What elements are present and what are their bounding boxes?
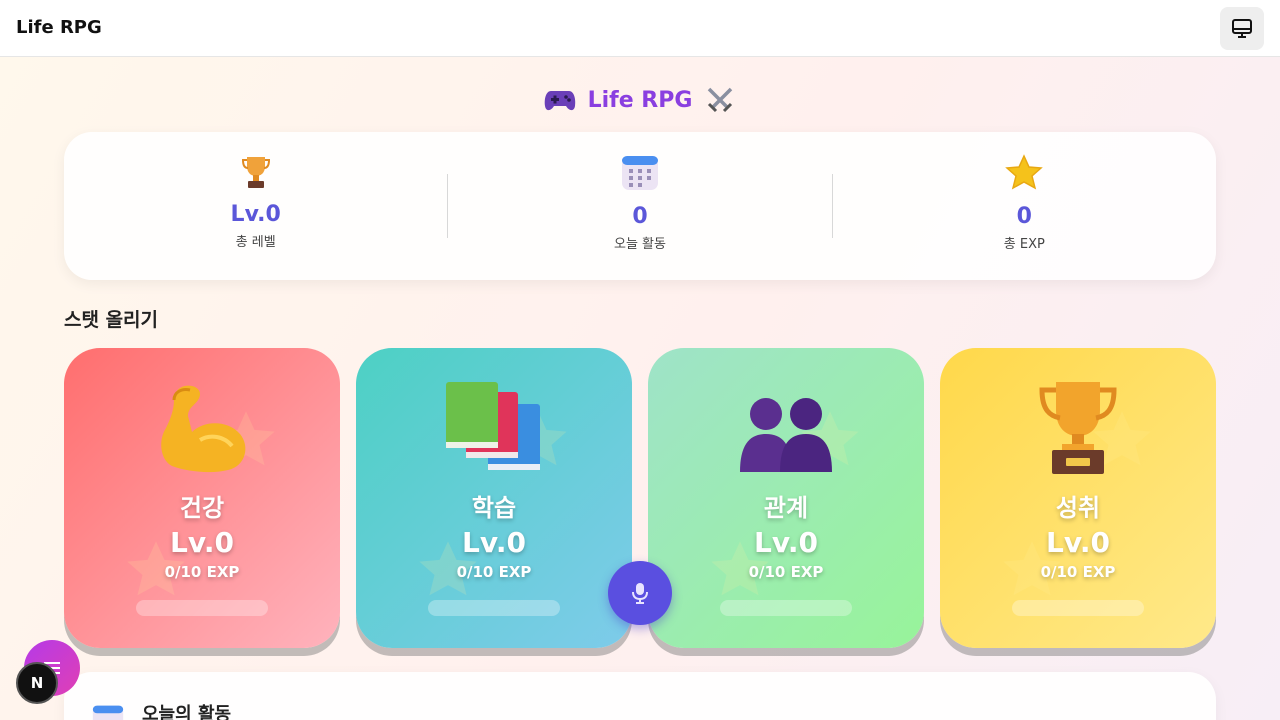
card-name: 관계 [763,494,809,522]
stat-total-level: Lv.0 총 레벨 [64,132,447,280]
crossed-swords-icon [708,87,733,113]
dev-tools-badge[interactable]: N [16,662,58,704]
exp-progress-bar [1012,600,1144,616]
flexed-arm-icon [161,385,246,473]
card-level: Lv.0 [462,526,526,559]
monitor-icon [1232,18,1252,38]
activity-title: 오늘의 활동 [142,704,232,720]
books-icon [446,382,540,470]
exp-progress-bar [720,600,852,616]
today-activity-panel: 오늘의 활동 [64,672,1216,720]
stat-card-achievement[interactable]: 성취 Lv.0 0/10 EXP [940,348,1216,648]
card-exp: 0/10 EXP [1040,563,1116,581]
people-icon [740,398,832,472]
voice-input-button[interactable] [608,561,672,625]
card-name: 건강 [179,494,225,522]
card-name: 성취 [1055,494,1101,522]
stat-label: 총 레벨 [235,235,276,250]
card-exp: 0/10 EXP [748,563,824,581]
calendar-icon [621,156,658,190]
exp-progress-bar [136,600,268,616]
trophy-icon [1039,382,1117,474]
exp-progress-bar [428,600,560,616]
stat-card-relation[interactable]: 관계 Lv.0 0/10 EXP [648,348,924,648]
stat-label: 총 EXP [1003,237,1045,252]
card-level: Lv.0 [170,526,234,559]
card-level: Lv.0 [754,526,818,559]
app-name: Life RPG [16,17,102,38]
display-toggle-button[interactable] [1220,7,1264,50]
stat-value: 0 [632,204,648,229]
microphone-icon [632,583,648,604]
card-exp: 0/10 EXP [456,563,532,581]
stat-value: 0 [1016,204,1032,229]
summary-stats-panel: Lv.0 총 레벨 0 오늘 활동 0 총 EXP [64,132,1216,280]
calendar-icon [92,705,124,720]
hero-header: Life RPG [0,80,1280,120]
card-exp: 0/10 EXP [164,563,240,581]
stat-total-exp: 0 총 EXP [833,132,1216,280]
card-level: Lv.0 [1046,526,1110,559]
star-icon [1005,154,1044,190]
gamepad-icon [544,91,575,111]
stat-card-health[interactable]: 건강 Lv.0 0/10 EXP [64,348,340,648]
card-name: 학습 [471,494,517,522]
trophy-icon [241,157,270,188]
hero-title: Life RPG [587,87,693,113]
section-title: 스탯 올리기 [64,309,159,331]
stat-today-activity: 0 오늘 활동 [448,132,831,280]
stat-value: Lv.0 [230,202,281,227]
stat-card-study[interactable]: 학습 Lv.0 0/10 EXP [356,348,632,648]
top-bar: Life RPG [0,0,1280,57]
stat-label: 오늘 활동 [614,237,666,252]
